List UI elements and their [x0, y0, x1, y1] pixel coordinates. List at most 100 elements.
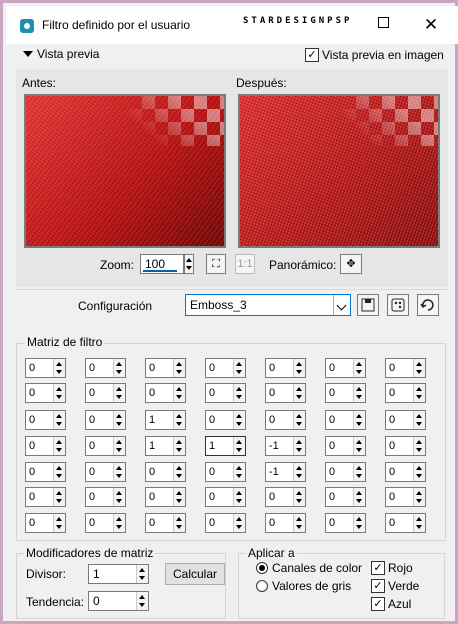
preview-toggle[interactable]: Vista previa	[23, 47, 99, 61]
calculate-button[interactable]: Calcular	[165, 563, 225, 585]
matrix-cell[interactable]: 0	[385, 462, 426, 482]
matrix-cell[interactable]: 0	[85, 462, 126, 482]
matrix-cell-spinner[interactable]	[353, 463, 365, 481]
matrix-cell[interactable]: 0	[85, 487, 126, 507]
matrix-cell[interactable]: 0	[325, 487, 366, 507]
divisor-input[interactable]: 1	[88, 564, 149, 584]
matrix-cell-spinner[interactable]	[413, 411, 425, 429]
matrix-cell[interactable]: 0	[385, 513, 426, 533]
matrix-cell-spinner[interactable]	[353, 488, 365, 506]
matrix-cell[interactable]: 0	[325, 410, 366, 430]
matrix-cell[interactable]: 0	[325, 358, 366, 378]
matrix-cell[interactable]: 0	[25, 358, 66, 378]
zoom-spinner[interactable]	[184, 254, 194, 274]
matrix-cell[interactable]: 0	[85, 410, 126, 430]
matrix-cell[interactable]: 0	[385, 436, 426, 456]
after-preview-image[interactable]	[238, 94, 440, 248]
move-icon[interactable]: ✥	[340, 254, 362, 274]
matrix-cell-spinner[interactable]	[413, 359, 425, 377]
matrix-cell[interactable]: 0	[85, 383, 126, 403]
matrix-cell-spinner[interactable]	[173, 463, 185, 481]
matrix-cell[interactable]: 0	[325, 513, 366, 533]
matrix-cell-spinner[interactable]	[173, 437, 185, 455]
matrix-cell-spinner[interactable]	[233, 463, 245, 481]
matrix-cell-spinner[interactable]	[293, 514, 305, 532]
preview-in-image-checkbox[interactable]: ✓	[305, 48, 319, 62]
matrix-cell-spinner[interactable]	[173, 488, 185, 506]
matrix-cell[interactable]: 0	[205, 410, 246, 430]
matrix-cell-spinner[interactable]	[293, 384, 305, 402]
matrix-cell[interactable]: 0	[205, 513, 246, 533]
bias-spinner[interactable]	[136, 592, 148, 610]
matrix-cell-spinner[interactable]	[413, 384, 425, 402]
matrix-cell[interactable]: 0	[85, 513, 126, 533]
matrix-cell-spinner[interactable]	[173, 359, 185, 377]
color-channels-radio[interactable]	[256, 562, 268, 574]
matrix-cell-spinner[interactable]	[113, 463, 125, 481]
matrix-cell[interactable]: 0	[325, 436, 366, 456]
matrix-cell[interactable]: 0	[25, 383, 66, 403]
blue-channel-checkbox[interactable]: ✓	[371, 597, 385, 611]
matrix-cell[interactable]: 0	[25, 513, 66, 533]
matrix-cell[interactable]: 0	[25, 410, 66, 430]
matrix-cell[interactable]: 0	[145, 487, 186, 507]
matrix-cell[interactable]: 0	[205, 462, 246, 482]
matrix-cell[interactable]: 0	[205, 487, 246, 507]
matrix-cell-spinner[interactable]	[53, 411, 65, 429]
matrix-cell-spinner[interactable]	[413, 488, 425, 506]
before-preview-image[interactable]	[24, 94, 226, 248]
matrix-cell-spinner[interactable]	[113, 384, 125, 402]
matrix-cell-spinner[interactable]	[53, 463, 65, 481]
matrix-cell-spinner[interactable]	[353, 411, 365, 429]
matrix-cell-spinner[interactable]	[233, 359, 245, 377]
matrix-cell[interactable]: 1	[145, 436, 186, 456]
save-icon[interactable]	[357, 294, 379, 316]
matrix-cell-spinner[interactable]	[353, 437, 365, 455]
matrix-cell[interactable]: -1	[265, 462, 306, 482]
matrix-cell-spinner[interactable]	[413, 463, 425, 481]
reset-icon[interactable]	[417, 294, 439, 316]
matrix-cell[interactable]: 0	[205, 383, 246, 403]
matrix-cell-spinner[interactable]	[53, 437, 65, 455]
matrix-cell-spinner[interactable]	[293, 488, 305, 506]
bias-input[interactable]: 0	[88, 591, 149, 611]
matrix-cell-spinner[interactable]	[113, 514, 125, 532]
matrix-cell-spinner[interactable]	[353, 384, 365, 402]
matrix-cell-spinner[interactable]	[293, 463, 305, 481]
matrix-cell-spinner[interactable]	[293, 437, 305, 455]
matrix-cell-spinner[interactable]	[173, 384, 185, 402]
matrix-cell-spinner[interactable]	[233, 514, 245, 532]
matrix-cell[interactable]: 0	[25, 462, 66, 482]
randomize-icon[interactable]	[387, 294, 409, 316]
matrix-cell-spinner[interactable]	[353, 359, 365, 377]
gray-values-radio[interactable]	[256, 580, 268, 592]
matrix-cell-spinner[interactable]	[53, 384, 65, 402]
matrix-cell[interactable]: 0	[265, 487, 306, 507]
matrix-cell-spinner[interactable]	[293, 411, 305, 429]
zoom-fit-button[interactable]: ⛶	[206, 254, 226, 274]
close-icon[interactable]: ✕	[418, 13, 444, 37]
matrix-cell-spinner[interactable]	[233, 488, 245, 506]
matrix-cell[interactable]: 0	[325, 462, 366, 482]
matrix-cell[interactable]: 0	[265, 383, 306, 403]
matrix-cell-spinner[interactable]	[173, 514, 185, 532]
matrix-cell[interactable]: 1	[145, 410, 186, 430]
matrix-cell[interactable]: 0	[85, 358, 126, 378]
matrix-cell[interactable]: 0	[25, 436, 66, 456]
matrix-cell-spinner[interactable]	[233, 411, 245, 429]
matrix-cell-spinner[interactable]	[53, 514, 65, 532]
matrix-cell[interactable]: 0	[265, 513, 306, 533]
matrix-cell-spinner[interactable]	[413, 514, 425, 532]
matrix-cell-spinner[interactable]	[293, 359, 305, 377]
matrix-cell-spinner[interactable]	[113, 437, 125, 455]
matrix-cell[interactable]: 0	[85, 436, 126, 456]
matrix-cell-spinner[interactable]	[173, 411, 185, 429]
matrix-cell[interactable]: 0	[385, 383, 426, 403]
matrix-cell[interactable]: 0	[145, 462, 186, 482]
matrix-cell-spinner[interactable]	[113, 359, 125, 377]
matrix-cell[interactable]: 0	[145, 513, 186, 533]
matrix-cell[interactable]: 1	[205, 436, 246, 456]
zoom-input[interactable]: 100	[140, 254, 184, 274]
green-channel-checkbox[interactable]: ✓	[371, 579, 385, 593]
matrix-cell-spinner[interactable]	[413, 437, 425, 455]
